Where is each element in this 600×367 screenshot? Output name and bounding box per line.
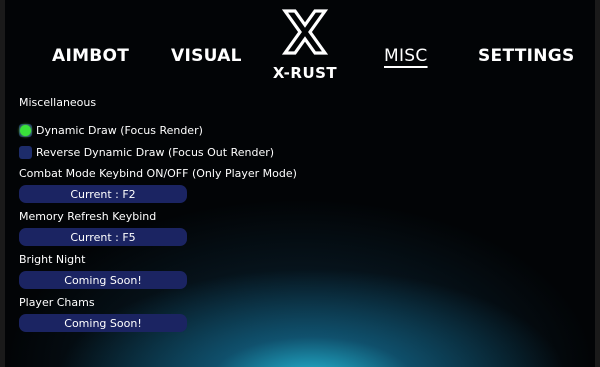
option-reverse-dynamic-draw[interactable]: Reverse Dynamic Draw (Focus Out Render): [19, 146, 274, 159]
bright-night-button[interactable]: Coming Soon!: [19, 271, 187, 289]
player-chams-label: Player Chams: [19, 296, 95, 309]
combat-mode-label: Combat Mode Keybind ON/OFF (Only Player …: [19, 167, 297, 180]
x-logo-icon: [281, 9, 329, 55]
section-title: Miscellaneous: [19, 96, 97, 109]
memory-refresh-label: Memory Refresh Keybind: [19, 210, 157, 223]
checkbox-unchecked[interactable]: [19, 146, 32, 159]
option-label: Reverse Dynamic Draw (Focus Out Render): [36, 146, 275, 159]
brand-logo: X-RUST: [271, 8, 339, 84]
tab-misc[interactable]: MISC: [384, 46, 428, 66]
checkbox-checked[interactable]: [19, 124, 32, 137]
player-chams-button[interactable]: Coming Soon!: [19, 314, 187, 332]
bright-night-label: Bright Night: [19, 253, 86, 266]
tab-visual[interactable]: VISUAL: [171, 46, 242, 66]
tab-settings[interactable]: SETTINGS: [478, 46, 575, 66]
option-dynamic-draw[interactable]: Dynamic Draw (Focus Render): [19, 124, 203, 137]
option-label: Dynamic Draw (Focus Render): [36, 124, 203, 137]
misc-panel: Miscellaneous Dynamic Draw (Focus Render…: [19, 96, 339, 332]
combat-mode-keybind-button[interactable]: Current : F2: [19, 185, 187, 203]
brand-name: X-RUST: [272, 64, 338, 82]
tab-aimbot[interactable]: AIMBOT: [52, 46, 129, 66]
memory-refresh-keybind-button[interactable]: Current : F5: [19, 228, 187, 246]
